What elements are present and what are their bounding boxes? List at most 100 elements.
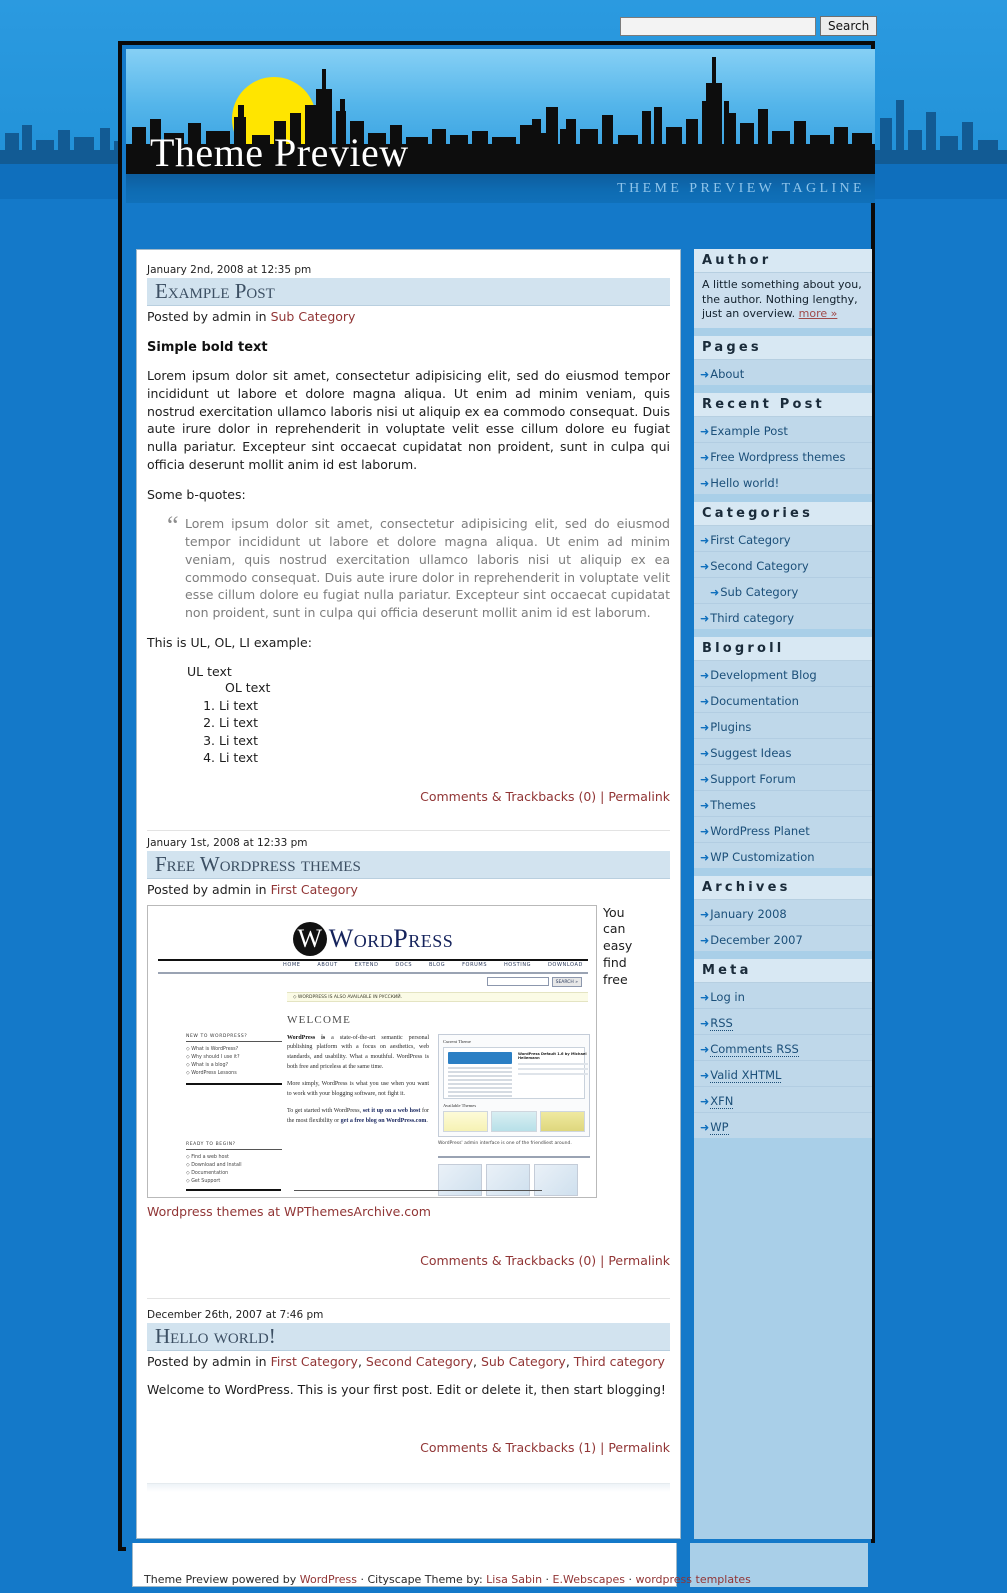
sidebar-link-sub-category[interactable]: Sub Category <box>720 585 798 599</box>
wp-left-item: ◇ WordPress Lessons <box>186 1071 237 1077</box>
sidebar-link-comments-rss[interactable]: Comments RSS <box>710 1041 799 1057</box>
permalink-link[interactable]: Permalink <box>608 789 670 804</box>
list-item[interactable]: ➜WP <box>694 1113 872 1138</box>
sidebar-link-suggest-ideas[interactable]: Suggest Ideas <box>710 746 791 760</box>
arrow-icon: ➜ <box>700 424 710 438</box>
list-item[interactable]: ➜WP Customization <box>694 843 872 868</box>
list-item[interactable]: ➜Sub Category <box>694 578 872 604</box>
post-meta-prefix: Posted by admin in <box>147 309 271 325</box>
sidebar-link-january-2008[interactable]: January 2008 <box>710 907 787 921</box>
wp-nav-item: HOSTING <box>503 961 532 968</box>
sidebar-link-valid-xhtml[interactable]: Valid XHTML <box>710 1067 782 1083</box>
sidebar-link-about[interactable]: About <box>710 367 744 381</box>
sidebar-link-december-2007[interactable]: December 2007 <box>710 933 803 947</box>
list-item[interactable]: ➜Comments RSS <box>694 1035 872 1061</box>
sidebar-link-rss[interactable]: RSS <box>710 1015 733 1031</box>
wp-panel-caption: WordPress' admin interface is one of the… <box>438 1140 572 1146</box>
list-item[interactable]: ➜Log in <box>694 983 872 1009</box>
wp-theme-thumb <box>491 1110 537 1132</box>
sidebar-link-wordpress-planet[interactable]: WordPress Planet <box>710 824 810 838</box>
wp-nav-item: ABOUT <box>317 961 338 968</box>
arrow-icon: ➜ <box>700 611 710 625</box>
wp-theme-thumb <box>539 1110 585 1132</box>
list-item[interactable]: ➜Valid XHTML <box>694 1061 872 1087</box>
post-divider <box>147 1297 670 1299</box>
post-category-link[interactable]: Sub Category <box>271 309 356 324</box>
wordpress-screenshot-image[interactable]: W WordPress HOME ABOUT EXTEND DOCS BLOG F… <box>147 904 597 1198</box>
sidebar-link-wp[interactable]: WP <box>710 1119 729 1135</box>
list-item[interactable]: ➜Development Blog <box>694 661 872 687</box>
widget-archives: Archives ➜January 2008 ➜December 2007 <box>694 875 872 951</box>
wp-search-row: SEARCH » <box>486 976 582 987</box>
sidebar-link-example-post[interactable]: Example Post <box>710 424 788 438</box>
post-image-row: W WordPress HOME ABOUT EXTEND DOCS BLOG F… <box>147 904 670 1198</box>
site-tagline: THEME PREVIEW TAGLINE <box>617 181 865 196</box>
sidebar-link-wp-customization[interactable]: WP Customization <box>710 850 814 864</box>
post-category-link[interactable]: First Category <box>271 1354 358 1369</box>
list-item[interactable]: ➜Hello world! <box>694 469 872 494</box>
image-caption[interactable]: Wordpress themes at WPThemesArchive.com <box>147 1204 670 1219</box>
sidebar-link-log-in[interactable]: Log in <box>710 990 745 1004</box>
list-item[interactable]: ➜Support Forum <box>694 765 872 791</box>
comments-link[interactable]: Comments & Trackbacks (0) <box>420 789 596 804</box>
list-item[interactable]: ➜Free Wordpress themes <box>694 443 872 469</box>
list-item[interactable]: ➜December 2007 <box>694 926 872 951</box>
author-more-link[interactable]: more » <box>799 307 838 320</box>
post-category-link[interactable]: First Category <box>271 882 358 897</box>
footer-link-wordpress[interactable]: WordPress <box>300 1573 357 1586</box>
widget-categories: Categories ➜First Category ➜Second Categ… <box>694 501 872 629</box>
sidebar: Author A little something about you, the… <box>694 249 872 1539</box>
sidebar-link-first-category[interactable]: First Category <box>710 533 790 547</box>
list-item[interactable]: ➜RSS <box>694 1009 872 1035</box>
wp-nav-item: EXTEND <box>354 961 379 968</box>
sidebar-link-support-forum[interactable]: Support Forum <box>710 772 796 786</box>
list-item[interactable]: ➜About <box>694 360 872 385</box>
comments-link[interactable]: Comments & Trackbacks (1) <box>420 1440 596 1455</box>
wp-left-item: ◇ Find a web host <box>186 1154 229 1160</box>
list-item[interactable]: ➜January 2008 <box>694 900 872 926</box>
post-title[interactable]: Hello world! <box>147 1322 670 1351</box>
list-item[interactable]: ➜Documentation <box>694 687 872 713</box>
widget-title-recent-post: Recent Post <box>694 392 872 417</box>
list-item[interactable]: ➜XFN <box>694 1087 872 1113</box>
site-frame: Theme Preview THEME PREVIEW TAGLINE Janu… <box>118 41 875 1593</box>
post-category-link[interactable]: Third category <box>574 1354 665 1369</box>
list-item[interactable]: ➜Themes <box>694 791 872 817</box>
list-item[interactable]: ➜First Category <box>694 526 872 552</box>
post-title[interactable]: Example Post <box>147 278 670 307</box>
list-item[interactable]: ➜Plugins <box>694 713 872 739</box>
post-category-link[interactable]: Second Category <box>366 1354 473 1369</box>
search-input[interactable] <box>620 16 816 36</box>
sidebar-link-hello-world[interactable]: Hello world! <box>710 476 779 490</box>
comments-link[interactable]: Comments & Trackbacks (0) <box>420 1253 596 1268</box>
widget-title-pages: Pages <box>694 335 872 360</box>
sidebar-link-xfn[interactable]: XFN <box>710 1093 734 1109</box>
permalink-link[interactable]: Permalink <box>608 1440 670 1455</box>
list-item[interactable]: ➜WordPress Planet <box>694 817 872 843</box>
post-date: January 1st, 2008 at 12:33 pm <box>147 836 308 849</box>
wp-panel-side-text: WordPress Default 1.6 by Michael Heilema… <box>518 1052 588 1078</box>
wp-nav-item: HOME <box>283 961 301 968</box>
sidebar-link-free-wordpress-themes[interactable]: Free Wordpress themes <box>710 450 845 464</box>
post-paragraph: Lorem ipsum dolor sit amet, consectetur … <box>147 368 670 472</box>
widget-pages: Pages ➜About <box>694 335 872 385</box>
list-item[interactable]: ➜Example Post <box>694 417 872 443</box>
list-item[interactable]: ➜Second Category <box>694 552 872 578</box>
arrow-icon: ➜ <box>700 367 710 381</box>
sidebar-link-second-category[interactable]: Second Category <box>710 559 809 573</box>
permalink-link[interactable]: Permalink <box>608 1253 670 1268</box>
sidebar-link-plugins[interactable]: Plugins <box>710 720 751 734</box>
post-category-link[interactable]: Sub Category <box>481 1354 566 1369</box>
sidebar-link-third-category[interactable]: Third category <box>710 611 794 625</box>
post-title[interactable]: Free Wordpress themes <box>147 850 670 879</box>
footer-link-company[interactable]: E.Webscapes <box>553 1573 625 1586</box>
footer-link-templates[interactable]: wordpress templates <box>635 1573 750 1586</box>
sidebar-link-development-blog[interactable]: Development Blog <box>710 668 817 682</box>
site-title: Theme Preview <box>150 130 409 174</box>
list-item[interactable]: ➜Third category <box>694 604 872 629</box>
list-item[interactable]: ➜Suggest Ideas <box>694 739 872 765</box>
footer-link-author[interactable]: Lisa Sabin <box>486 1573 542 1586</box>
sidebar-link-themes[interactable]: Themes <box>710 798 756 812</box>
sidebar-link-documentation[interactable]: Documentation <box>710 694 799 708</box>
search-button[interactable]: Search <box>820 16 878 36</box>
